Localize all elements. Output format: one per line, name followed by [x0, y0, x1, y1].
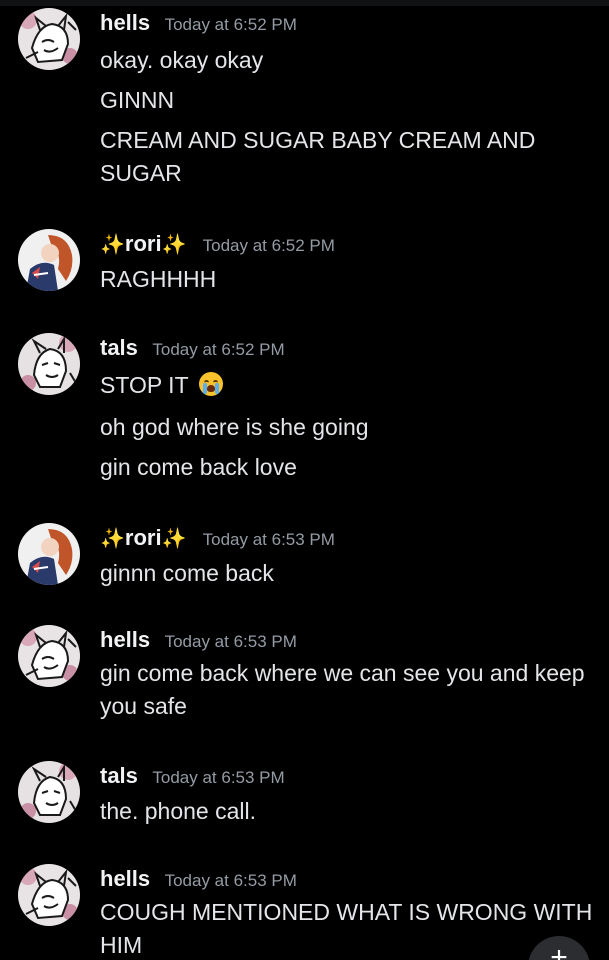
top-divider	[0, 0, 609, 6]
tals-avatar[interactable]	[18, 333, 80, 395]
message-text: GINNN	[100, 87, 175, 113]
author-name[interactable]: ✨rori✨	[100, 231, 193, 256]
author-name[interactable]: hells	[100, 627, 150, 652]
message-header: tals Today at 6:53 PM	[100, 761, 285, 791]
author-name[interactable]: tals	[100, 763, 138, 788]
sparkles-icon: ✨	[161, 234, 187, 256]
timestamp: Today at 6:53 PM	[152, 768, 285, 787]
rori-avatar[interactable]	[18, 523, 80, 585]
message-text: oh god where is she going	[100, 414, 369, 440]
message-text: COUGH MENTIONED WHAT IS WRONG WITH HIM	[100, 899, 593, 958]
author-name[interactable]: ✨rori✨	[100, 525, 193, 550]
timestamp: Today at 6:52 PM	[164, 15, 297, 34]
timestamp: Today at 6:53 PM	[202, 530, 335, 549]
timestamp: Today at 6:53 PM	[164, 871, 297, 890]
message-header: ✨rori✨ Today at 6:52 PM	[100, 229, 335, 259]
sparkles-icon: ✨	[100, 528, 125, 550]
tals-avatar[interactable]	[18, 761, 80, 823]
plus-icon: +	[550, 941, 568, 960]
author-name[interactable]: tals	[100, 335, 138, 360]
author-name[interactable]: hells	[100, 866, 150, 891]
message-text: gin come back love	[100, 454, 297, 480]
message-text: RAGHHHH	[100, 266, 217, 292]
timestamp: Today at 6:52 PM	[152, 340, 285, 359]
message-header: hells Today at 6:53 PM	[100, 864, 297, 894]
loudly-crying-face-emoji	[198, 372, 223, 396]
message-text: CREAM AND SUGAR BABY CREAM AND SUGAR	[100, 127, 536, 186]
sparkles-icon: ✨	[161, 528, 187, 550]
message-header: tals Today at 6:52 PM	[100, 333, 285, 363]
message-text: ginnn come back	[100, 560, 274, 586]
sparkles-icon: ✨	[100, 234, 125, 256]
timestamp: Today at 6:53 PM	[164, 632, 297, 651]
timestamp: Today at 6:52 PM	[202, 236, 335, 255]
hells-avatar[interactable]	[18, 864, 80, 926]
message-header: hells Today at 6:53 PM	[100, 625, 297, 655]
message-text: gin come back where we can see you and k…	[100, 660, 585, 719]
message-header: ✨rori✨ Today at 6:53 PM	[100, 523, 335, 553]
rori-avatar[interactable]	[18, 229, 80, 291]
message-text: STOP IT	[100, 369, 595, 402]
message-header: hells Today at 6:52 PM	[100, 8, 297, 38]
hells-avatar[interactable]	[18, 625, 80, 687]
author-name[interactable]: hells	[100, 10, 150, 35]
message-text: the. phone call.	[100, 798, 257, 824]
message-text: okay. okay okay	[100, 47, 264, 73]
hells-avatar[interactable]	[18, 8, 80, 70]
